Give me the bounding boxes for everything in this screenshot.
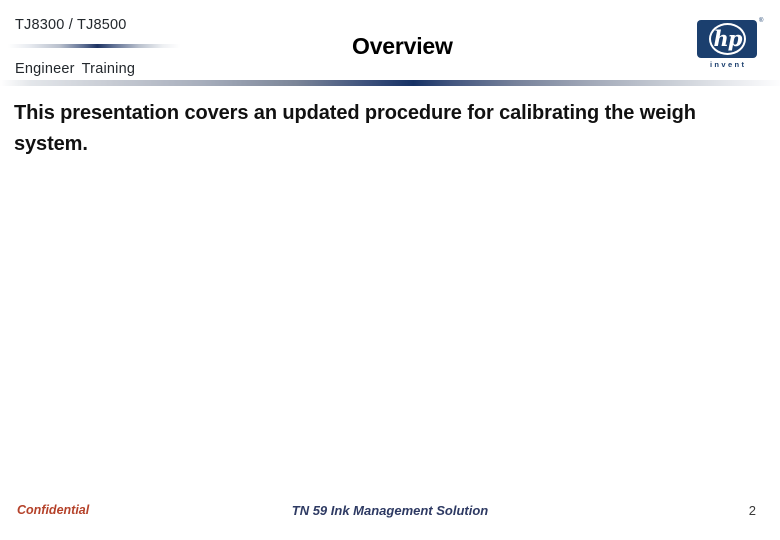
page-title: Overview xyxy=(352,33,453,59)
slide-footer: Confidential TN 59 Ink Management Soluti… xyxy=(0,498,780,532)
footer-document-title: TN 59 Ink Management Solution xyxy=(291,503,489,518)
slide-canvas: TJ8300 / TJ8500 Engineer Training Overvie… xyxy=(0,0,780,540)
header-audience-word-2: Training xyxy=(81,61,136,77)
header-product-line: TJ8300 / TJ8500 xyxy=(15,17,127,33)
slide-body: This presentation covers an updated proc… xyxy=(14,98,754,160)
hp-logo-wordmark: hp xyxy=(713,26,743,51)
hp-invent-logo: hp ® invent xyxy=(690,17,768,77)
hp-logo-tagline: invent xyxy=(709,60,747,69)
header-audience-word-1: Engineer xyxy=(15,61,75,77)
slide-header: TJ8300 / TJ8500 Engineer Training Overvie… xyxy=(0,0,780,88)
header-audience: Engineer Training xyxy=(15,61,135,77)
header-divider-short xyxy=(8,44,180,48)
hp-logo-badge: hp xyxy=(697,20,757,58)
header-divider-long xyxy=(0,80,780,86)
footer-page-number: 2 xyxy=(748,503,756,518)
body-paragraph: This presentation covers an updated proc… xyxy=(14,102,696,155)
hp-logo-trademark-symbol: ® xyxy=(759,18,764,24)
